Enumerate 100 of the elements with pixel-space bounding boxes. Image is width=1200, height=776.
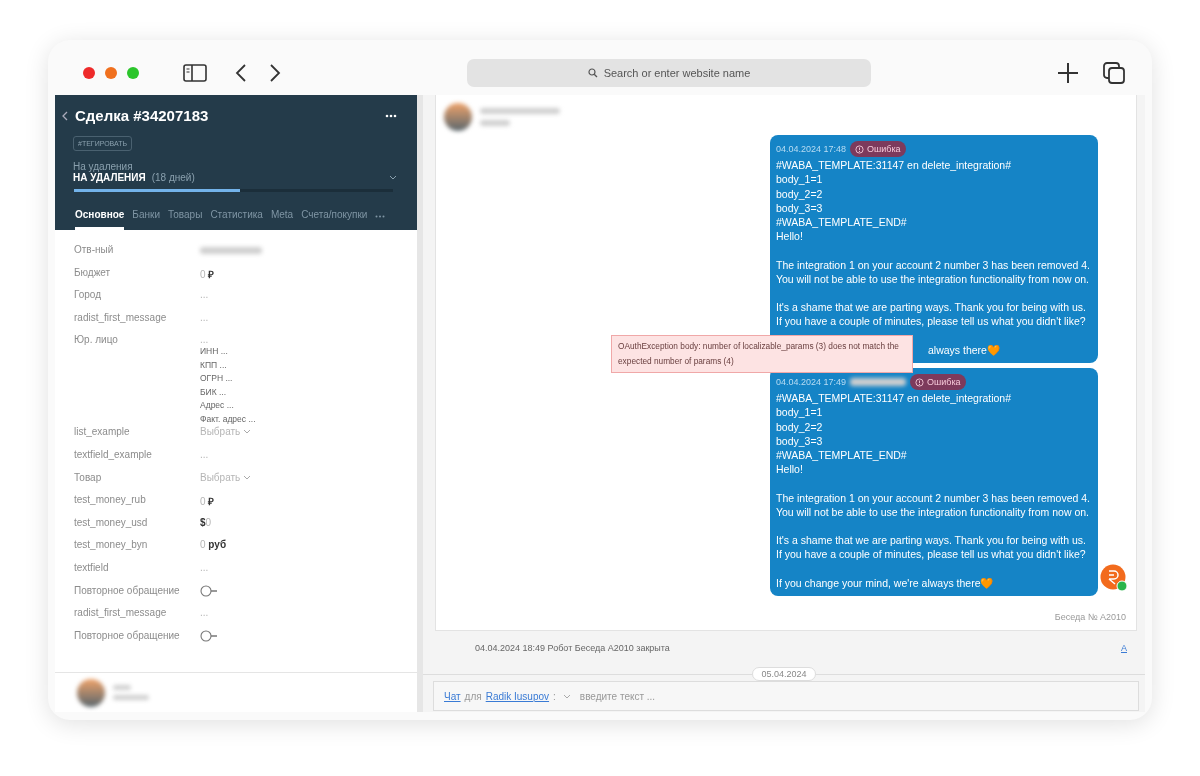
tab[interactable]: Основное <box>75 209 125 230</box>
tab[interactable]: Банки <box>132 209 160 230</box>
toggle-switch[interactable] <box>200 629 220 642</box>
message-line: Hello! <box>775 229 804 244</box>
stage-name[interactable]: НА УДАЛЕНИЯ <box>73 172 146 183</box>
message-line: You will not be able to use the integration functionality from now on. <box>775 504 1090 519</box>
field-label: Отв-ный <box>74 244 115 255</box>
field-label: textfield <box>74 561 110 573</box>
field-label: list_example <box>74 426 131 438</box>
field-label: Товар <box>74 471 103 483</box>
date-separator: 05.04.2024 <box>752 667 816 681</box>
field-value[interactable]: ... <box>200 334 209 346</box>
message-line: body_2=2 <box>775 186 824 201</box>
message-line: #WABA_TEMPLATE_END# <box>775 215 908 230</box>
toggle-switch[interactable] <box>200 584 220 597</box>
tab[interactable]: Счета/покупки <box>301 209 368 230</box>
blurred-text <box>113 695 149 700</box>
field-label: Город <box>74 289 103 301</box>
message-line: body_1=1 <box>775 172 824 187</box>
field-subvalue[interactable]: Факт. адрес ... <box>200 412 417 427</box>
field-label: Повторное обращение <box>74 629 181 641</box>
field-value[interactable]: 0 ₽ <box>200 266 417 281</box>
select-dropdown[interactable]: Выбрать <box>200 426 417 438</box>
tab[interactable]: Статистика <box>210 209 263 230</box>
field-label: radist_first_message <box>74 311 168 323</box>
message-field[interactable]: Чат для Radik Iusupov : введите текст ... <box>433 681 1139 711</box>
field-value[interactable]: 0 ₽ <box>200 494 417 509</box>
message-line: body_2=2 <box>775 419 824 434</box>
field-subvalue[interactable]: ИНН ... <box>200 345 417 359</box>
message-line: body_3=3 <box>775 200 824 215</box>
chevron-icon[interactable] <box>243 474 252 481</box>
message-line: always there🧡 <box>927 342 1001 357</box>
message-line: If you have a couple of minutes, please tell us what you didn't like? <box>775 547 1087 562</box>
field-label: Юр. лицо <box>74 334 119 346</box>
deal-title: Сделка #34207183 <box>75 107 209 124</box>
message-line: Hello! <box>775 462 804 477</box>
message-line: body_1=1 <box>775 405 824 420</box>
message-line: The integration 1 on your account 2 number 3 has been removed 4. <box>775 490 1090 505</box>
field-label: radist_first_message <box>74 607 168 619</box>
tabs-icon[interactable] <box>1103 61 1125 84</box>
recipient-link[interactable]: Radik Iusupov <box>485 690 550 702</box>
chevron-icon[interactable] <box>243 429 252 436</box>
avatar[interactable] <box>77 678 105 707</box>
tab[interactable]: Meta <box>270 209 294 230</box>
more-icon[interactable] <box>385 113 397 118</box>
field-value[interactable]: 0 руб <box>200 539 417 551</box>
channel-link[interactable]: Чат <box>444 690 461 702</box>
field-label: test_money_usd <box>74 516 149 528</box>
error-tooltip: OAuthException body: number of localizable_params (3) does not match the expected number of params (4) <box>611 335 913 373</box>
error-badge[interactable]: Ошибка <box>910 374 966 391</box>
field-label: test_money_byn <box>74 539 149 551</box>
close-button[interactable] <box>83 66 95 79</box>
sidebar-icon[interactable] <box>183 63 207 82</box>
back-icon[interactable] <box>235 63 247 82</box>
chevron-icon[interactable] <box>389 174 397 181</box>
message-time: 04.04.2024 17:49 <box>775 376 847 389</box>
field-value[interactable]: ... <box>200 607 417 619</box>
stage-days: (18 дней) <box>151 172 195 183</box>
alert-icon <box>855 144 865 154</box>
forward-icon[interactable] <box>269 63 281 82</box>
blurred-text <box>850 378 907 387</box>
message-input[interactable]: введите текст ... <box>577 689 1138 703</box>
field-value[interactable]: ... <box>200 448 417 460</box>
blurred-text <box>200 247 262 254</box>
field-label: Бюджет <box>74 266 112 278</box>
field-subvalue[interactable]: ОГРН ... <box>200 372 417 386</box>
field-subvalue[interactable]: Адрес ... <box>200 399 417 413</box>
stage-caption: На удаления <box>73 161 134 172</box>
field-subvalue[interactable]: КПП ... <box>200 358 417 373</box>
field-value[interactable]: $0 <box>200 516 417 528</box>
field-label: textfield_example <box>74 448 153 460</box>
composer-text: для <box>464 690 482 702</box>
field-value[interactable]: ... <box>200 289 417 301</box>
avatar[interactable] <box>444 103 472 131</box>
message-time: 04.04.2024 17:48 <box>775 143 847 156</box>
field-label: test_money_rub <box>74 494 147 506</box>
search-icon <box>587 67 598 78</box>
back-icon[interactable] <box>61 110 69 121</box>
error-badge[interactable]: Ошибка <box>850 141 906 158</box>
composer-text: : <box>553 690 556 702</box>
message-line: #WABA_TEMPLATE:31147 en delete_integration# <box>775 158 1012 173</box>
field-label: Повторное обращение <box>74 584 181 596</box>
message-line: It's a shame that we are parting ways. Thank you for being with us. <box>775 533 1087 548</box>
select-dropdown[interactable]: Выбрать <box>200 471 417 483</box>
alert-icon <box>915 377 925 387</box>
address-field[interactable]: Search or enter website name <box>467 58 871 87</box>
message-line: The integration 1 on your account 2 number 3 has been removed 4. <box>775 257 1090 272</box>
system-link[interactable]: A <box>1121 643 1127 667</box>
message-line: body_3=3 <box>775 433 824 448</box>
message-line: It's a shame that we are parting ways. Thank you for being with us. <box>775 300 1087 315</box>
minimize-button[interactable] <box>105 66 117 79</box>
blurred-text <box>113 685 131 690</box>
plus-icon[interactable] <box>1057 61 1079 84</box>
message-line: If you change your mind, we're always there🧡 <box>775 575 995 590</box>
field-subvalue[interactable]: БИК ... <box>200 385 417 400</box>
conversation-number: Беседа № A2010 <box>1054 612 1126 622</box>
field-value[interactable]: ... <box>200 561 417 573</box>
system-note: 04.04.2024 18:49 Робот Беседа A2010 закрыта <box>475 643 670 655</box>
field-value[interactable]: ... <box>200 311 417 323</box>
tab[interactable]: Товары <box>167 209 203 230</box>
